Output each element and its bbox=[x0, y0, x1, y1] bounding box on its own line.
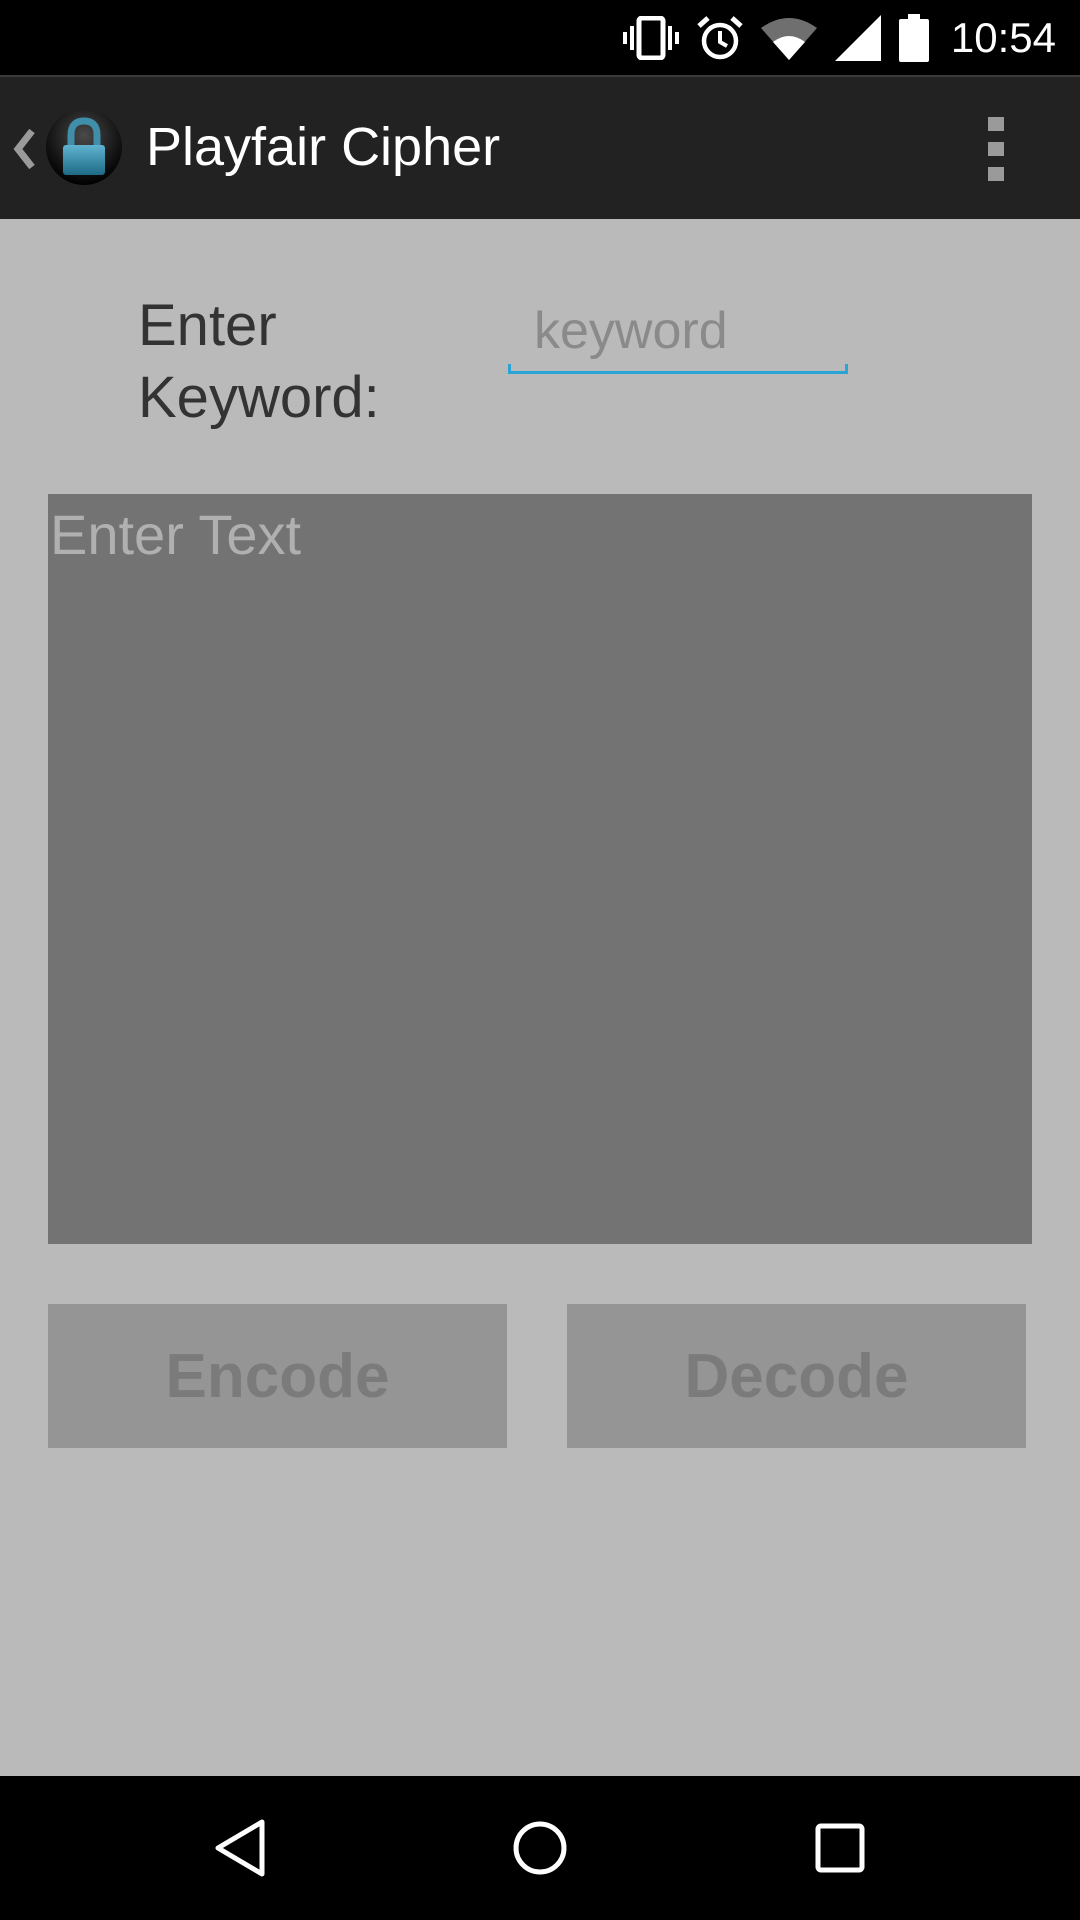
app-title: Playfair Cipher bbox=[146, 117, 501, 177]
battery-icon bbox=[898, 13, 929, 62]
status-bar: 10:54 bbox=[0, 0, 1080, 75]
keyword-input[interactable] bbox=[508, 290, 848, 372]
nav-recents-button[interactable] bbox=[740, 1776, 940, 1920]
encode-button[interactable]: Encode bbox=[48, 1304, 507, 1448]
back-icon bbox=[215, 1819, 265, 1877]
vibrate-icon bbox=[622, 15, 679, 60]
status-icons: 10:54 bbox=[622, 0, 1056, 75]
navigation-bar bbox=[0, 1776, 1080, 1920]
keyword-label: Enter Keyword: bbox=[138, 293, 380, 430]
status-time: 10:54 bbox=[950, 13, 1056, 61]
signal-icon bbox=[834, 14, 881, 61]
decode-button[interactable]: Decode bbox=[567, 1304, 1026, 1448]
up-caret-icon[interactable] bbox=[10, 125, 38, 173]
keyword-input-underline bbox=[508, 364, 848, 374]
text-input[interactable] bbox=[48, 494, 1032, 1244]
nav-home-button[interactable] bbox=[440, 1776, 640, 1920]
wifi-icon bbox=[760, 16, 817, 60]
overflow-menu-icon[interactable] bbox=[970, 113, 1022, 185]
nav-back-button[interactable] bbox=[140, 1776, 340, 1920]
padlock-icon[interactable] bbox=[44, 107, 124, 187]
recents-icon bbox=[815, 1823, 865, 1873]
alarm-icon bbox=[697, 15, 743, 61]
home-icon bbox=[513, 1821, 567, 1875]
action-bar: Playfair Cipher bbox=[0, 75, 1080, 219]
